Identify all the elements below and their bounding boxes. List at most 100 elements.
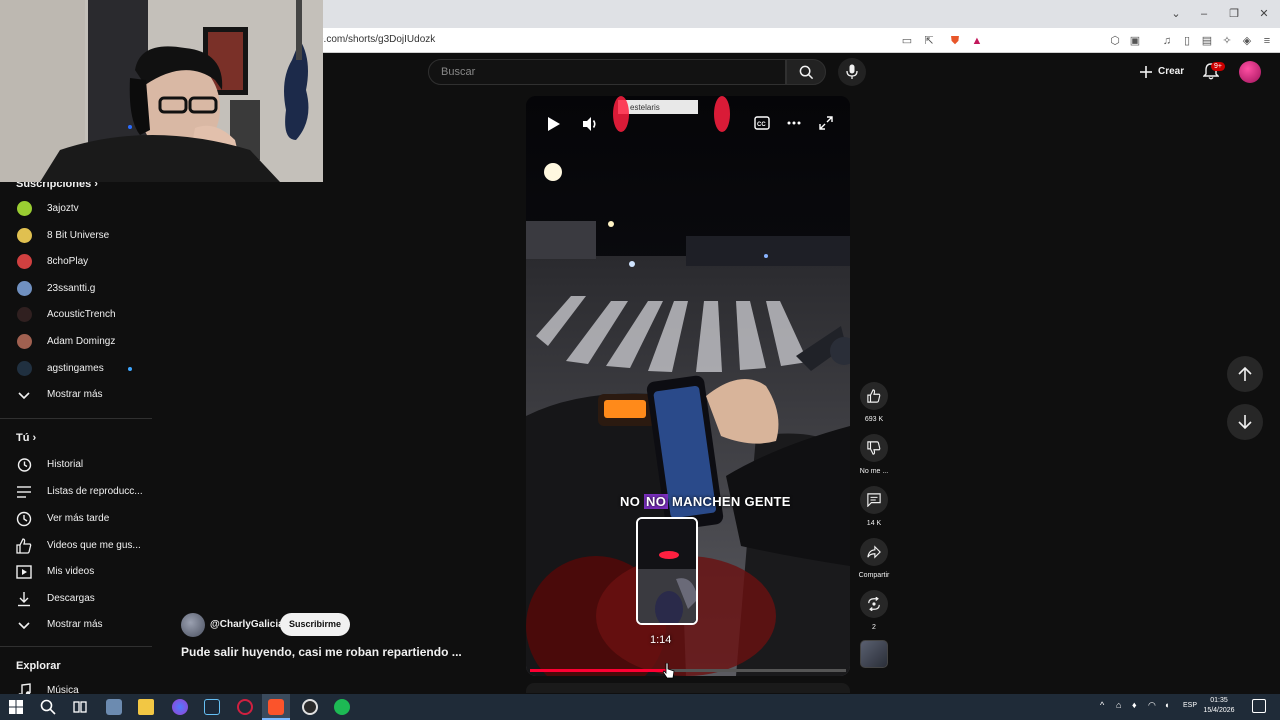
sidebar-item-history[interactable]: Historial bbox=[0, 452, 152, 478]
next-video-button[interactable] bbox=[1227, 404, 1263, 440]
share-button[interactable] bbox=[860, 538, 888, 566]
brave-browser-icon[interactable] bbox=[268, 699, 284, 715]
obs-icon[interactable] bbox=[302, 699, 318, 715]
tray-date[interactable]: 15/4/2026 bbox=[1200, 707, 1238, 714]
search-button[interactable] bbox=[786, 59, 826, 85]
expand-icon bbox=[819, 116, 833, 130]
wallet-icon[interactable]: ▤ bbox=[1200, 34, 1214, 48]
sidebar-item-subscription[interactable]: Adam Domingz bbox=[0, 329, 152, 355]
sidebar-item-subscription[interactable]: 8 Bit Universe bbox=[0, 223, 152, 249]
show-more-you-button[interactable]: Mostrar más bbox=[0, 612, 152, 638]
previous-video-button[interactable] bbox=[1227, 356, 1263, 392]
tray-language[interactable]: ESP bbox=[1183, 702, 1197, 709]
shorts-video-player[interactable]: estelaris CC NO NO MANCHEN GENTE 1:14 bbox=[526, 96, 850, 676]
sidebar: Suscripciones › 3ajoztv 8 Bit Universe 8… bbox=[0, 176, 152, 698]
channel-avatar bbox=[17, 254, 32, 269]
sidebar-item-downloads[interactable]: Descargas bbox=[0, 586, 152, 612]
share-page-icon[interactable]: ⇱ bbox=[922, 34, 936, 48]
webcam-feed-image bbox=[0, 0, 323, 182]
next-video-peek bbox=[526, 683, 850, 693]
sidebar-item-label: 8 Bit Universe bbox=[47, 230, 110, 241]
brave-rewards-icon[interactable]: ▲ bbox=[970, 34, 984, 48]
sidebar-toggle-icon[interactable]: ▯ bbox=[1180, 34, 1194, 48]
sidebar-item-playlists[interactable]: Listas de reproducc... bbox=[0, 479, 152, 505]
remix-button[interactable] bbox=[860, 590, 888, 618]
account-avatar[interactable] bbox=[1239, 61, 1261, 83]
extension-icon[interactable]: ⬡ bbox=[1108, 34, 1122, 48]
tray-time[interactable]: 01:35 bbox=[1204, 697, 1234, 704]
sidebar-item-liked-videos[interactable]: Videos que me gus... bbox=[0, 533, 152, 559]
remix-count: 2 bbox=[872, 624, 876, 631]
dislike-button[interactable] bbox=[860, 434, 888, 462]
share-icon bbox=[867, 545, 881, 559]
search-input[interactable]: Buscar bbox=[428, 59, 786, 85]
task-view-icon[interactable] bbox=[72, 699, 88, 715]
show-more-subscriptions-button[interactable]: Mostrar más bbox=[0, 382, 152, 408]
sidebar-item-subscription[interactable]: AcousticTrench bbox=[0, 302, 152, 328]
maximize-button[interactable]: ❐ bbox=[1226, 6, 1242, 22]
channel-avatar bbox=[17, 307, 32, 322]
media-icon[interactable]: ♫ bbox=[1160, 34, 1174, 48]
divider bbox=[0, 418, 152, 419]
more-options-button[interactable] bbox=[786, 115, 802, 131]
sidebar-item-subscription[interactable]: 8choPlay bbox=[0, 249, 152, 275]
sidebar-item-subscription[interactable]: agstingames bbox=[0, 356, 152, 382]
tray-mic-icon[interactable]: ♦ bbox=[1132, 700, 1137, 710]
thumb-up-icon bbox=[867, 389, 881, 403]
cast-icon[interactable]: ▭ bbox=[900, 34, 914, 48]
sidebar-item-label: 3ajoztv bbox=[47, 203, 79, 214]
sound-thumbnail[interactable] bbox=[860, 640, 888, 668]
street-sign-text: estelaris bbox=[630, 103, 660, 112]
like-button[interactable] bbox=[860, 382, 888, 410]
opera-icon[interactable] bbox=[237, 699, 253, 715]
steam-icon[interactable] bbox=[204, 699, 220, 715]
file-explorer-icon[interactable] bbox=[138, 699, 154, 715]
sidebar-item-subscription[interactable]: 3ajoztv bbox=[0, 196, 152, 222]
volume-button[interactable] bbox=[581, 115, 599, 133]
close-window-button[interactable]: ✕ bbox=[1256, 6, 1272, 22]
screenshot-icon[interactable]: ▣ bbox=[1128, 34, 1142, 48]
app-icon[interactable] bbox=[106, 699, 122, 715]
channel-avatar bbox=[17, 201, 32, 216]
sidebar-item-label: Listas de reproducc... bbox=[47, 486, 142, 497]
windows-start-icon[interactable] bbox=[8, 699, 24, 715]
play-button[interactable] bbox=[545, 116, 561, 132]
you-title-label: Tú bbox=[16, 432, 30, 444]
sidebar-item-my-videos[interactable]: Mis videos bbox=[0, 559, 152, 585]
clock-icon bbox=[16, 511, 32, 527]
tray-volume-icon[interactable]: ◖ bbox=[1164, 700, 1169, 710]
discord-icon[interactable] bbox=[172, 699, 188, 715]
leo-ai-icon[interactable]: ✧ bbox=[1220, 34, 1234, 48]
svg-text:CC: CC bbox=[757, 122, 766, 128]
minimize-button[interactable]: – bbox=[1196, 6, 1212, 22]
url-text[interactable]: e.com/shorts/g3DojIUdozk bbox=[318, 34, 435, 45]
search-icon[interactable] bbox=[40, 699, 56, 715]
mouse-cursor-icon bbox=[662, 662, 675, 679]
sidebar-item-subscription[interactable]: 23ssantti.g bbox=[0, 276, 152, 302]
subscribe-button[interactable]: Suscribirme bbox=[280, 613, 350, 636]
create-button[interactable]: Crear bbox=[1134, 60, 1190, 84]
windows-taskbar: ^ ⌂ ♦ ◠ ◖ ESP 01:35 15/4/2026 bbox=[0, 694, 1280, 720]
tray-network-icon[interactable]: ⌂ bbox=[1116, 700, 1121, 710]
tray-wifi-icon[interactable]: ◠ bbox=[1148, 700, 1156, 711]
video-title[interactable]: Pude salir huyendo, casi me roban repart… bbox=[181, 645, 462, 659]
brave-shield-icon[interactable]: ⛊ bbox=[948, 34, 962, 48]
tray-chevron-icon[interactable]: ^ bbox=[1100, 700, 1104, 710]
vpn-icon[interactable]: ◈ bbox=[1240, 34, 1254, 48]
search-icon bbox=[799, 65, 814, 80]
tab-list-chevron-icon[interactable]: ⌄ bbox=[1168, 6, 1184, 22]
comments-button[interactable] bbox=[860, 486, 888, 514]
voice-search-button[interactable] bbox=[838, 58, 866, 86]
menu-icon[interactable]: ≡ bbox=[1260, 34, 1274, 48]
spotify-icon[interactable] bbox=[334, 699, 350, 715]
notification-center-icon[interactable] bbox=[1252, 699, 1266, 713]
sidebar-item-label: 8choPlay bbox=[47, 256, 89, 267]
share-label: Compartir bbox=[858, 572, 890, 579]
channel-handle[interactable]: @CharlyGalicia bbox=[210, 619, 284, 630]
you-section-title[interactable]: Tú › bbox=[16, 432, 36, 444]
channel-avatar bbox=[17, 228, 32, 243]
channel-avatar[interactable] bbox=[181, 613, 205, 637]
fullscreen-button[interactable] bbox=[818, 115, 834, 131]
captions-button[interactable]: CC bbox=[754, 116, 770, 130]
sidebar-item-watch-later[interactable]: Ver más tarde bbox=[0, 506, 152, 532]
